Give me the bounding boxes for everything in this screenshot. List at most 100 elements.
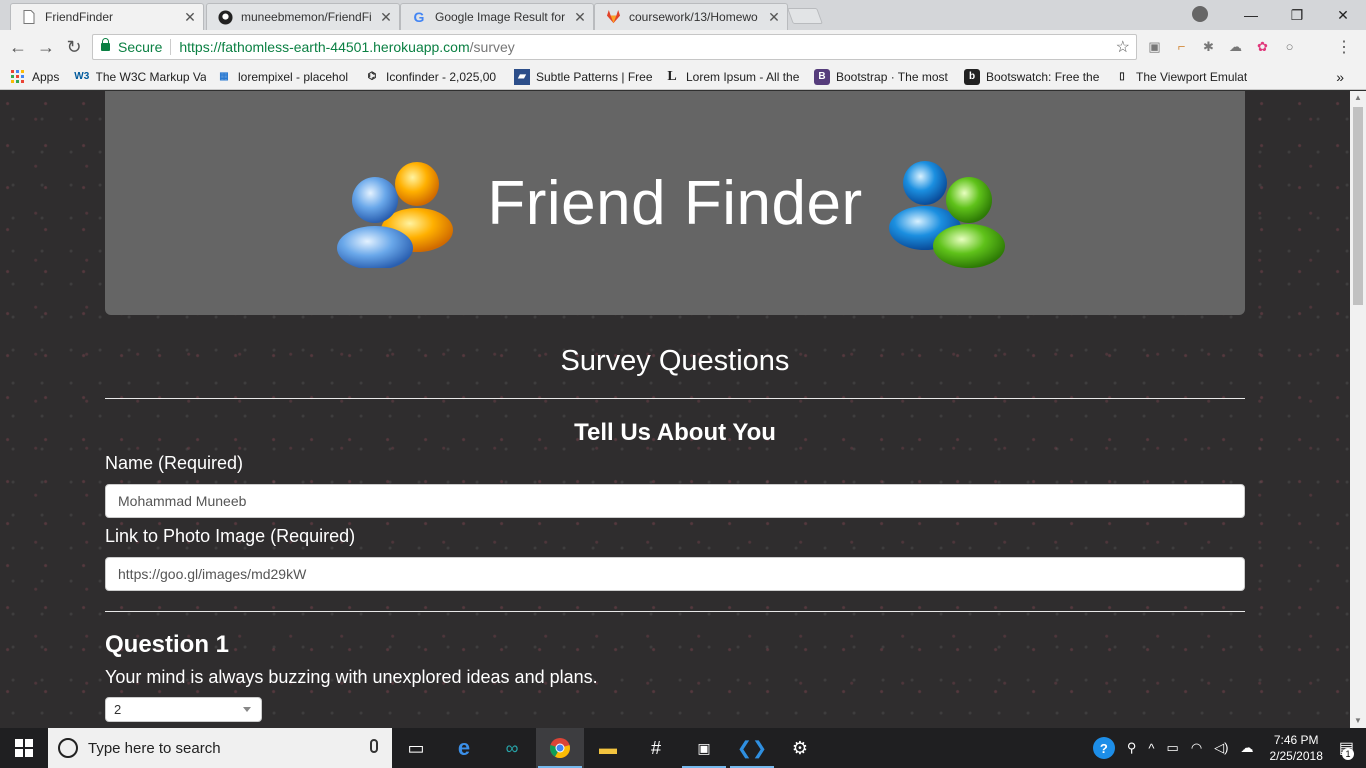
forward-icon[interactable]: → bbox=[32, 37, 60, 58]
reload-icon[interactable]: ↻ bbox=[60, 37, 88, 58]
close-icon[interactable]: ✕ bbox=[183, 9, 197, 26]
selected-value: 2 bbox=[114, 702, 122, 717]
tab-title: FriendFinder bbox=[45, 10, 114, 24]
tab-gitlab[interactable]: coursework/13/Homewo ✕ bbox=[594, 3, 788, 30]
github-icon bbox=[217, 9, 233, 25]
bookmark-lorem-ipsum[interactable]: L Lorem Ipsum - All the bbox=[664, 69, 804, 85]
extension-icons: ▣ ⌐ ✱ ☁ ✿ ○ bbox=[1146, 38, 1298, 55]
camera-extension-icon[interactable]: ▣ bbox=[1146, 38, 1163, 55]
chevron-up-icon[interactable]: ^ bbox=[1148, 741, 1154, 756]
profile-icon[interactable] bbox=[1192, 6, 1208, 22]
close-icon[interactable]: ✕ bbox=[767, 9, 781, 26]
photo-label: Link to Photo Image (Required) bbox=[105, 526, 356, 546]
cortana-icon bbox=[58, 738, 78, 758]
apps-grid-icon bbox=[10, 69, 26, 85]
slack-icon[interactable]: # bbox=[632, 728, 680, 768]
bug-extension-icon[interactable]: ✱ bbox=[1200, 38, 1217, 55]
notifications-icon[interactable]: ▤1 bbox=[1339, 738, 1354, 760]
page-viewport: Friend Finder Survey Questions Tell Us A… bbox=[0, 91, 1350, 728]
microphone-icon[interactable] bbox=[370, 739, 378, 753]
system-tray: ? ⚲ ^ ▭ ◠ ◁) ☁ 7:46 PM 2/25/2018 ▤1 bbox=[1087, 728, 1366, 768]
arduino-icon[interactable]: ∞ bbox=[488, 728, 536, 768]
window-controls: — ❐ ✕ bbox=[1228, 0, 1366, 30]
cloud-extension-icon[interactable]: ☁ bbox=[1227, 38, 1244, 55]
url-path: /survey bbox=[469, 39, 515, 55]
site-title: Friend Finder bbox=[487, 168, 863, 238]
chrome-icon[interactable] bbox=[536, 728, 584, 768]
form-subtitle: Tell Us About You bbox=[574, 419, 776, 446]
tab-title: muneebmemon/FriendFi bbox=[241, 10, 372, 24]
gitlab-icon bbox=[605, 9, 621, 25]
color-picker-extension-icon[interactable]: ✿ bbox=[1254, 38, 1271, 55]
minimize-icon[interactable]: — bbox=[1228, 7, 1274, 23]
tab-strip: FriendFinder ✕ muneebmemon/FriendFi ✕ G … bbox=[0, 0, 1366, 30]
close-icon[interactable]: ✕ bbox=[379, 9, 393, 26]
tab-google-image[interactable]: G Google Image Result for ✕ bbox=[400, 3, 594, 30]
close-window-icon[interactable]: ✕ bbox=[1320, 7, 1366, 24]
divider bbox=[105, 611, 1245, 612]
wifi-icon[interactable]: ◠ bbox=[1191, 740, 1202, 756]
settings-gear-icon[interactable]: ⚙ bbox=[776, 728, 824, 768]
search-placeholder: Type here to search bbox=[88, 739, 221, 757]
clock-time: 7:46 PM bbox=[1273, 733, 1319, 747]
bookmark-w3c[interactable]: W3 The W3C Markup Val bbox=[74, 69, 206, 85]
browser-toolbar: ← → ↻ Secure https://fathomless-earth-44… bbox=[0, 30, 1366, 64]
header-jumbotron: Friend Finder bbox=[105, 91, 1245, 315]
page-scrollbar[interactable]: ▲ ▼ bbox=[1350, 91, 1366, 728]
file-explorer-icon[interactable]: ▬ bbox=[584, 728, 632, 768]
bookmark-bootswatch[interactable]: b Bootswatch: Free the bbox=[964, 68, 1104, 85]
section-title: Survey Questions bbox=[560, 345, 790, 377]
bookmarks-overflow-icon[interactable]: » bbox=[1336, 69, 1344, 85]
bookmark-lorempixel[interactable]: ▦ lorempixel - placehol bbox=[216, 69, 354, 85]
clock[interactable]: 7:46 PM 2/25/2018 bbox=[1269, 732, 1322, 764]
page-icon bbox=[21, 9, 37, 25]
lorempixel-icon: ▦ bbox=[219, 71, 229, 82]
new-tab-button[interactable] bbox=[787, 8, 823, 24]
scroll-down-icon[interactable]: ▼ bbox=[1350, 714, 1366, 728]
bootswatch-icon: b bbox=[964, 68, 980, 85]
restore-icon[interactable]: ❐ bbox=[1274, 7, 1320, 24]
address-bar[interactable]: Secure https://fathomless-earth-44501.he… bbox=[92, 34, 1137, 60]
users-logo-icon bbox=[888, 161, 1005, 268]
question-1-select[interactable]: 2 bbox=[105, 697, 262, 722]
bookmark-star-icon[interactable]: ☆ bbox=[1116, 37, 1130, 57]
tab-github[interactable]: muneebmemon/FriendFi ✕ bbox=[206, 3, 400, 30]
viewport-icon: ▯ bbox=[1119, 71, 1125, 82]
bookmark-viewport-emulator[interactable]: ▯ The Viewport Emulat bbox=[1114, 69, 1254, 85]
taskbar-search[interactable]: Type here to search bbox=[48, 728, 392, 768]
start-button[interactable] bbox=[0, 728, 48, 768]
subtlepatterns-icon: ▰ bbox=[514, 68, 530, 85]
scroll-up-icon[interactable]: ▲ bbox=[1350, 91, 1366, 105]
bookmark-apps[interactable]: Apps bbox=[10, 69, 72, 85]
battery-icon[interactable]: ▭ bbox=[1167, 740, 1179, 756]
task-view-icon[interactable]: ▭ bbox=[392, 728, 440, 768]
bookmark-iconfinder[interactable]: ⌬ Iconfinder - 2,025,00 bbox=[364, 69, 504, 85]
vscode-icon[interactable]: ❮❯ bbox=[728, 728, 776, 768]
name-field[interactable] bbox=[105, 484, 1245, 518]
help-icon[interactable]: ? bbox=[1092, 737, 1115, 759]
bookmarks-bar: Apps W3 The W3C Markup Val ▦ lorempixel … bbox=[0, 64, 1366, 90]
menu-icon[interactable]: ⋮ bbox=[1336, 37, 1352, 57]
close-icon[interactable]: ✕ bbox=[573, 9, 587, 26]
circle-extension-icon[interactable]: ○ bbox=[1281, 38, 1298, 55]
name-label: Name (Required) bbox=[105, 453, 244, 473]
tab-title: Google Image Result for bbox=[435, 10, 566, 24]
terminal-icon[interactable]: ▣ bbox=[680, 728, 728, 768]
back-icon[interactable]: ← bbox=[4, 37, 32, 58]
divider bbox=[105, 398, 1245, 399]
secure-indicator[interactable]: Secure bbox=[101, 38, 162, 55]
ruler-extension-icon[interactable]: ⌐ bbox=[1173, 38, 1190, 55]
bookmark-bootstrap[interactable]: B Bootstrap · The most bbox=[814, 68, 954, 85]
bookmark-subtle-patterns[interactable]: ▰ Subtle Patterns | Free bbox=[514, 68, 654, 85]
edge-icon[interactable]: e bbox=[440, 728, 488, 768]
w3c-icon: W3 bbox=[74, 71, 90, 82]
volume-icon[interactable]: ◁) bbox=[1214, 740, 1228, 756]
photo-link-field[interactable] bbox=[105, 557, 1245, 591]
clock-date: 2/25/2018 bbox=[1269, 749, 1323, 763]
windows-logo-icon bbox=[15, 739, 33, 757]
tab-friendfinder[interactable]: FriendFinder ✕ bbox=[10, 3, 204, 30]
onedrive-icon[interactable]: ☁ bbox=[1240, 740, 1253, 756]
windows-taskbar: Type here to search ▭ e ∞ ▬ # ▣ ❮❯ ⚙ ? ⚲… bbox=[0, 728, 1366, 768]
people-icon[interactable]: ⚲ bbox=[1127, 740, 1137, 756]
scrollbar-thumb[interactable] bbox=[1353, 107, 1363, 305]
